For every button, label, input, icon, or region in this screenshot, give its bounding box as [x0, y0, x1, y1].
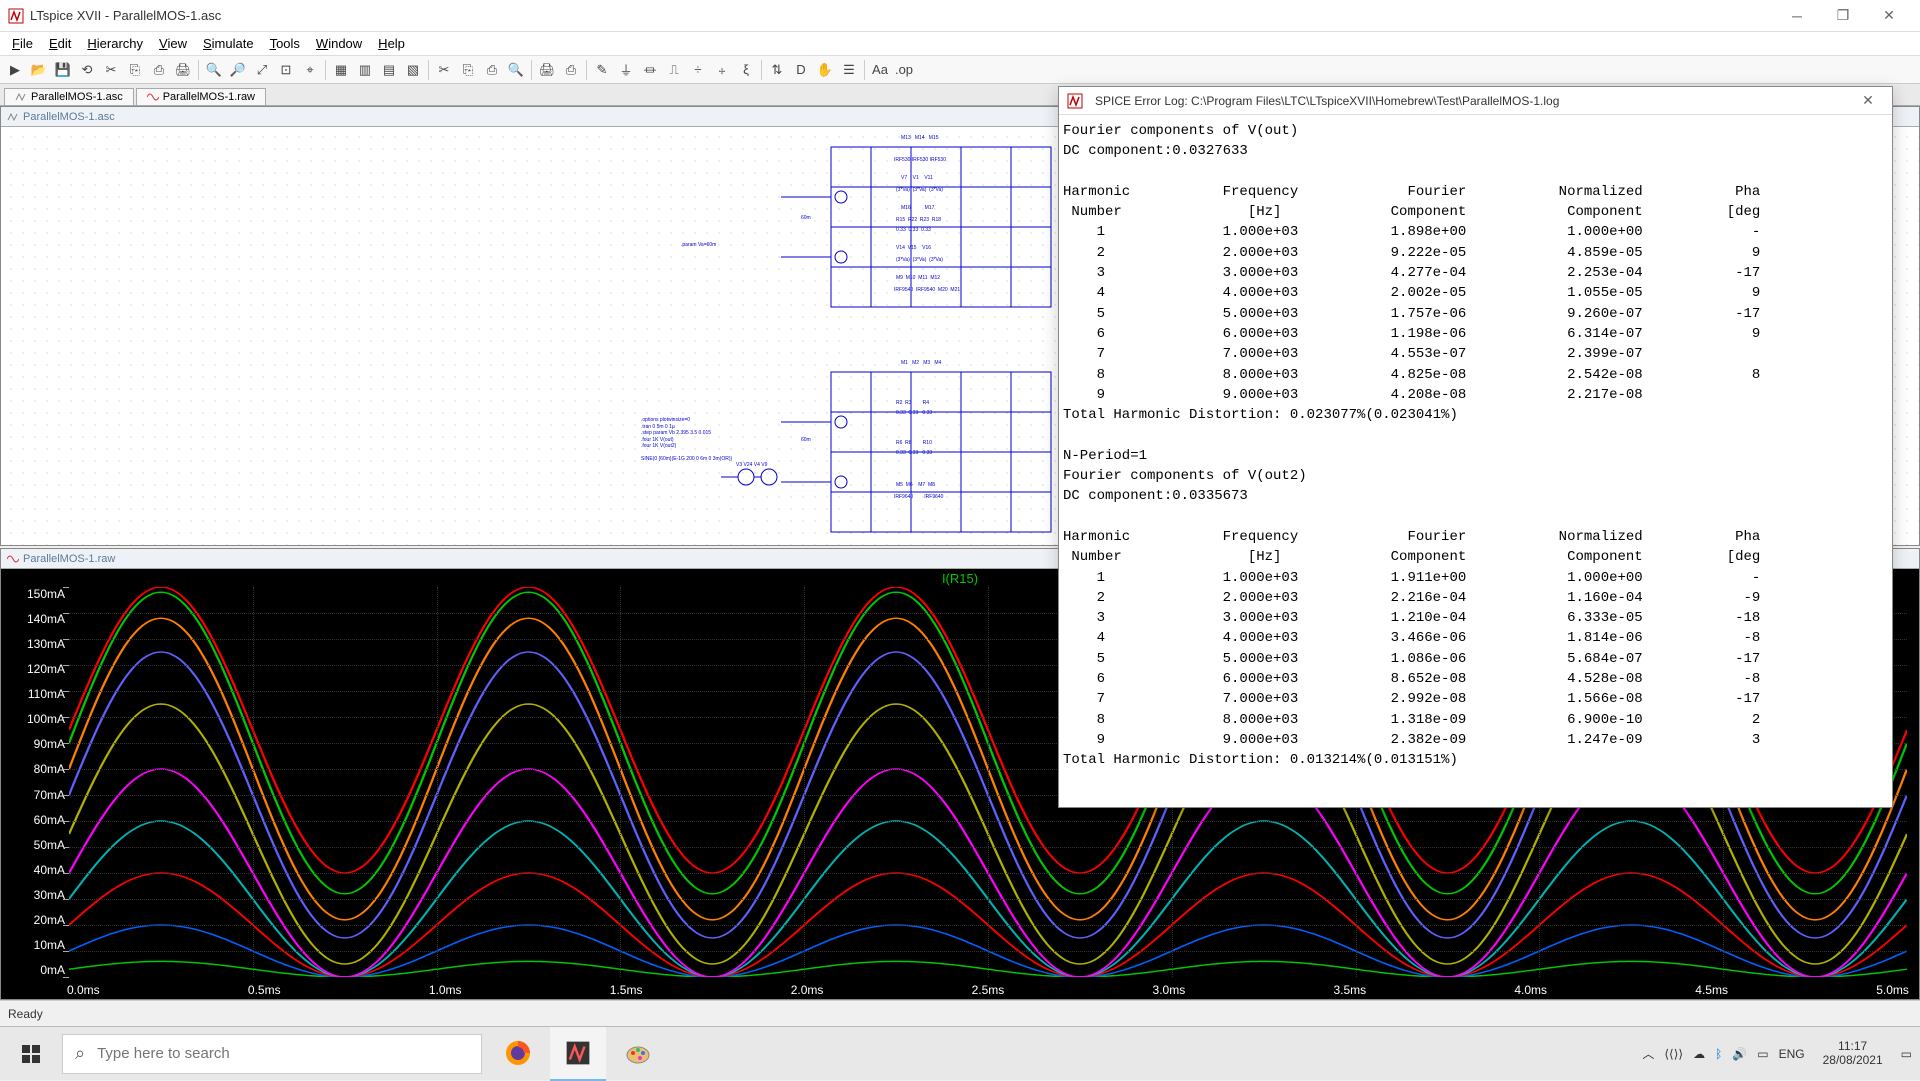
waveform-icon	[147, 91, 159, 103]
spice-directives: .options plotwinsize=0.tran 0 5m 0 1µ.st…	[641, 417, 801, 463]
tool-button[interactable]: ✂	[433, 59, 455, 81]
x-axis-labels: 0.0ms0.5ms1.0ms1.5ms2.0ms2.5ms3.0ms3.5ms…	[67, 983, 1909, 997]
tool-button[interactable]: ✎	[591, 59, 613, 81]
tool-button[interactable]: ÷	[687, 59, 709, 81]
trace-label[interactable]: I(R15)	[942, 571, 978, 586]
language-indicator[interactable]: ENG	[1779, 1047, 1805, 1061]
errorlog-titlebar[interactable]: SPICE Error Log: C:\Program Files\LTC\LT…	[1059, 87, 1892, 115]
ltspice-icon	[8, 8, 24, 24]
tool-button[interactable]: Aa	[869, 59, 891, 81]
tool-button[interactable]: ✂	[100, 59, 122, 81]
start-button[interactable]	[0, 1027, 62, 1081]
menu-edit[interactable]: Edit	[41, 34, 79, 53]
schematic-icon	[7, 111, 19, 123]
tool-button[interactable]: ⊡	[275, 59, 297, 81]
task-paint[interactable]	[610, 1027, 666, 1081]
errorlog-content[interactable]: Fourier components of V(out) DC componen…	[1059, 115, 1892, 807]
tool-button[interactable]: ⎙	[148, 59, 170, 81]
waveform-icon	[7, 553, 19, 565]
onedrive-icon[interactable]: ☁	[1693, 1047, 1705, 1061]
menu-file[interactable]: File	[4, 34, 41, 53]
param-directive: .param Va=60m	[681, 242, 716, 249]
tool-button[interactable]: 💾	[52, 59, 74, 81]
close-button[interactable]: ✕	[1866, 0, 1912, 32]
search-icon: ⌕	[75, 1043, 85, 1064]
menu-hierarchy[interactable]: Hierarchy	[79, 34, 151, 53]
task-firefox[interactable]	[490, 1027, 546, 1081]
menu-tools[interactable]: Tools	[262, 34, 308, 53]
tool-button[interactable]: ⇅	[766, 59, 788, 81]
tool-button[interactable]: ▤	[378, 59, 400, 81]
toolbar: ▶📂💾⟲✂⎘⎙🖨🔍🔎⤢⊡⌖▦▥▤▧✂⎘⎙🔍🖨⎙✎⏚⏛⎍÷⧾ξ⇅D✋☰Aa.op	[0, 56, 1920, 84]
tool-button[interactable]: .op	[893, 59, 915, 81]
tray-chevron-icon[interactable]: ︿	[1642, 1045, 1654, 1062]
menu-simulate[interactable]: Simulate	[195, 34, 262, 53]
tab-parallelmos-1-raw[interactable]: ParallelMOS-1.raw	[136, 88, 266, 105]
taskbar-search[interactable]: ⌕	[62, 1034, 482, 1074]
volume-icon[interactable]: 🔊	[1732, 1047, 1747, 1061]
tool-button[interactable]: ▥	[354, 59, 376, 81]
ltspice-icon	[1067, 93, 1083, 109]
minimize-button[interactable]: ─	[1774, 0, 1820, 32]
tool-button[interactable]: 🖨	[536, 59, 558, 81]
spice-error-log-window[interactable]: SPICE Error Log: C:\Program Files\LTC\LT…	[1058, 86, 1893, 808]
tool-button[interactable]: 📂	[28, 59, 50, 81]
tool-button[interactable]: D	[790, 59, 812, 81]
maximize-button[interactable]: ❐	[1820, 0, 1866, 32]
tool-button[interactable]: ⌖	[299, 59, 321, 81]
status-text: Ready	[8, 1007, 43, 1021]
tool-button[interactable]: ✋	[814, 59, 836, 81]
menu-help[interactable]: Help	[370, 34, 413, 53]
menu-view[interactable]: View	[151, 34, 195, 53]
tool-button[interactable]: ▦	[330, 59, 352, 81]
titlebar: LTspice XVII - ParallelMOS-1.asc ─ ❐ ✕	[0, 0, 1920, 32]
tool-button[interactable]: ⧾	[711, 59, 733, 81]
tool-button[interactable]: ⟲	[76, 59, 98, 81]
y-axis-labels: 150mA140mA130mA120mA110mA100mA90mA80mA70…	[1, 587, 69, 977]
errorlog-close-button[interactable]: ✕	[1852, 89, 1884, 113]
tool-button[interactable]: 🔍	[203, 59, 225, 81]
tool-button[interactable]: ⎍	[663, 59, 685, 81]
tool-button[interactable]: ⏛	[639, 59, 661, 81]
window-title: LTspice XVII - ParallelMOS-1.asc	[30, 8, 1774, 23]
system-tray: ︿ ⟨⟨⟩⟩ ☁ ᛒ 🔊 ▭ ENG 11:17 28/08/2021 ▭	[1634, 1040, 1920, 1068]
tool-button[interactable]: ▶	[4, 59, 26, 81]
tool-button[interactable]: ξ	[735, 59, 757, 81]
tool-button[interactable]: ⤢	[251, 59, 273, 81]
wifi-icon[interactable]: ⟨⟨⟩⟩	[1664, 1047, 1683, 1061]
errorlog-title: SPICE Error Log: C:\Program Files\LTC\LT…	[1095, 94, 1846, 108]
clock[interactable]: 11:17 28/08/2021	[1815, 1040, 1891, 1068]
task-ltspice[interactable]	[550, 1027, 606, 1081]
tool-button[interactable]: ☰	[838, 59, 860, 81]
battery-icon[interactable]: ▭	[1757, 1047, 1768, 1061]
schematic-icon	[15, 91, 27, 103]
menu-window[interactable]: Window	[308, 34, 370, 53]
windows-taskbar: ⌕ ︿ ⟨⟨⟩⟩ ☁ ᛒ 🔊 ▭ ENG 11:17 28/08/2021 ▭	[0, 1026, 1920, 1080]
tool-button[interactable]: ⎙	[560, 59, 582, 81]
search-input[interactable]	[97, 1045, 469, 1062]
tool-button[interactable]: ▧	[402, 59, 424, 81]
tab-parallelmos-1-asc[interactable]: ParallelMOS-1.asc	[4, 88, 134, 105]
statusbar: Ready	[0, 1000, 1920, 1026]
tool-button[interactable]: 🔍	[505, 59, 527, 81]
tool-button[interactable]: ⎘	[124, 59, 146, 81]
bluetooth-icon[interactable]: ᛒ	[1715, 1047, 1722, 1061]
tool-button[interactable]: ⎘	[457, 59, 479, 81]
tool-button[interactable]: 🔎	[227, 59, 249, 81]
tool-button[interactable]: ⏚	[615, 59, 637, 81]
menubar: FileEditHierarchyViewSimulateToolsWindow…	[0, 32, 1920, 56]
tool-button[interactable]: ⎙	[481, 59, 503, 81]
tool-button[interactable]: 🖨	[172, 59, 194, 81]
notifications-icon[interactable]: ▭	[1901, 1047, 1912, 1061]
